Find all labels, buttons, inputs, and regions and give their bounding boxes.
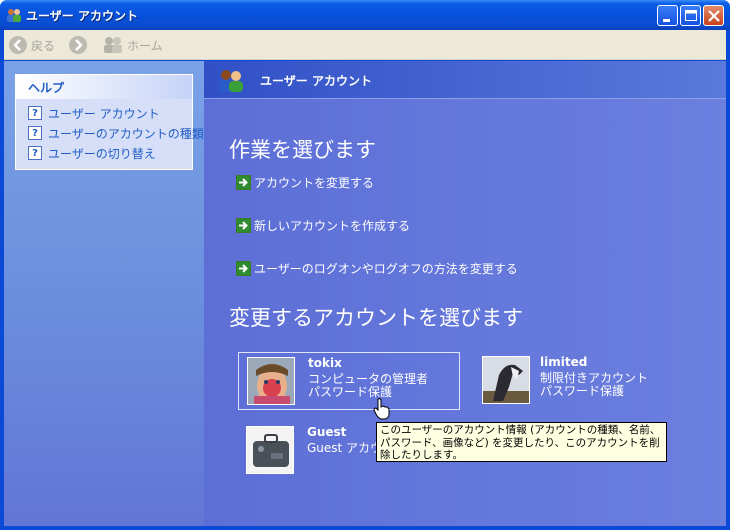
help-item-label: ユーザーのアカウントの種類 bbox=[48, 126, 204, 141]
account-picture bbox=[482, 356, 530, 404]
help-panel-title: ヘルプ bbox=[16, 75, 192, 99]
close-icon bbox=[708, 10, 720, 22]
home-users-icon bbox=[104, 37, 122, 53]
task-change-logon[interactable]: ユーザーのログオンやログオフの方法を変更する bbox=[236, 260, 518, 277]
horse-icon bbox=[483, 357, 529, 403]
help-item-account-types[interactable]: ? ユーザーのアカウントの種類 bbox=[28, 123, 204, 143]
help-icon: ? bbox=[28, 106, 42, 120]
task-create-account[interactable]: 新しいアカウントを作成する bbox=[236, 217, 410, 234]
home-button[interactable]: ホーム bbox=[102, 34, 163, 56]
task-label: 新しいアカウントを作成する bbox=[254, 219, 411, 233]
maximize-icon bbox=[685, 10, 697, 21]
account-picture bbox=[247, 357, 295, 405]
back-label: 戻る bbox=[31, 38, 56, 53]
account-name: Guest bbox=[307, 425, 347, 439]
task-label: アカウントを変更する bbox=[254, 176, 375, 190]
child-face-icon bbox=[248, 358, 294, 404]
title-bar[interactable]: ユーザー アカウント bbox=[0, 0, 730, 30]
task-label: ユーザーのログオンやログオフの方法を変更する bbox=[254, 262, 518, 276]
minimize-button[interactable] bbox=[657, 5, 678, 26]
account-tokix[interactable]: tokix コンピュータの管理者 パスワード保護 bbox=[238, 352, 460, 410]
maximize-button[interactable] bbox=[680, 5, 701, 26]
back-arrow-icon bbox=[9, 36, 27, 54]
task-change-account[interactable]: アカウントを変更する bbox=[236, 174, 374, 191]
account-name: limited bbox=[540, 355, 588, 369]
close-button[interactable] bbox=[703, 5, 724, 26]
account-status: パスワード保護 bbox=[540, 384, 625, 398]
toolbar: 戻る ホーム bbox=[4, 30, 726, 60]
help-icon: ? bbox=[28, 146, 42, 160]
forward-button[interactable] bbox=[68, 34, 88, 56]
header-band: ユーザー アカウント bbox=[204, 61, 726, 99]
green-arrow-icon bbox=[236, 175, 251, 190]
account-picture bbox=[246, 426, 294, 474]
account-heading: 変更するアカウントを選びます bbox=[229, 306, 523, 330]
help-icon: ? bbox=[28, 126, 42, 140]
account-name: tokix bbox=[308, 356, 342, 370]
account-limited[interactable]: limited 制限付きアカウント パスワード保護 bbox=[476, 352, 676, 410]
help-item-switch-users[interactable]: ? ユーザーの切り替え bbox=[28, 143, 192, 163]
help-item-user-accounts[interactable]: ? ユーザー アカウント bbox=[28, 103, 192, 123]
hand-cursor-icon bbox=[373, 398, 390, 420]
window-title: ユーザー アカウント bbox=[26, 9, 138, 23]
help-item-label: ユーザー アカウント bbox=[48, 106, 160, 121]
help-item-label: ユーザーの切り替え bbox=[48, 146, 156, 161]
home-label: ホーム bbox=[127, 38, 163, 53]
suitcase-icon bbox=[247, 427, 293, 473]
help-list: ? ユーザー アカウント ? ユーザーのアカウントの種類 ? ユーザーの切り替え bbox=[16, 99, 204, 163]
header-title: ユーザー アカウント bbox=[260, 74, 372, 88]
left-task-pane: ヘルプ ? ユーザー アカウント ? ユーザーのアカウントの種類 ? ユーザーの… bbox=[4, 61, 204, 526]
back-button[interactable]: 戻る bbox=[8, 34, 55, 56]
forward-arrow-icon bbox=[69, 36, 87, 54]
user-accounts-window: ユーザー アカウント 戻る ホーム ヘルプ ? ユーザー アカウント ? ユーザ… bbox=[0, 0, 730, 530]
task-heading: 作業を選びます bbox=[229, 138, 376, 162]
user-accounts-icon bbox=[219, 70, 243, 92]
green-arrow-icon bbox=[236, 261, 251, 276]
green-arrow-icon bbox=[236, 218, 251, 233]
help-panel: ヘルプ ? ユーザー アカウント ? ユーザーのアカウントの種類 ? ユーザーの… bbox=[15, 74, 204, 170]
account-tooltip: このユーザーのアカウント情報 (アカウントの種類、名前、パスワード、画像など) … bbox=[376, 422, 667, 462]
minimize-icon bbox=[663, 19, 670, 22]
user-accounts-icon bbox=[7, 9, 21, 22]
